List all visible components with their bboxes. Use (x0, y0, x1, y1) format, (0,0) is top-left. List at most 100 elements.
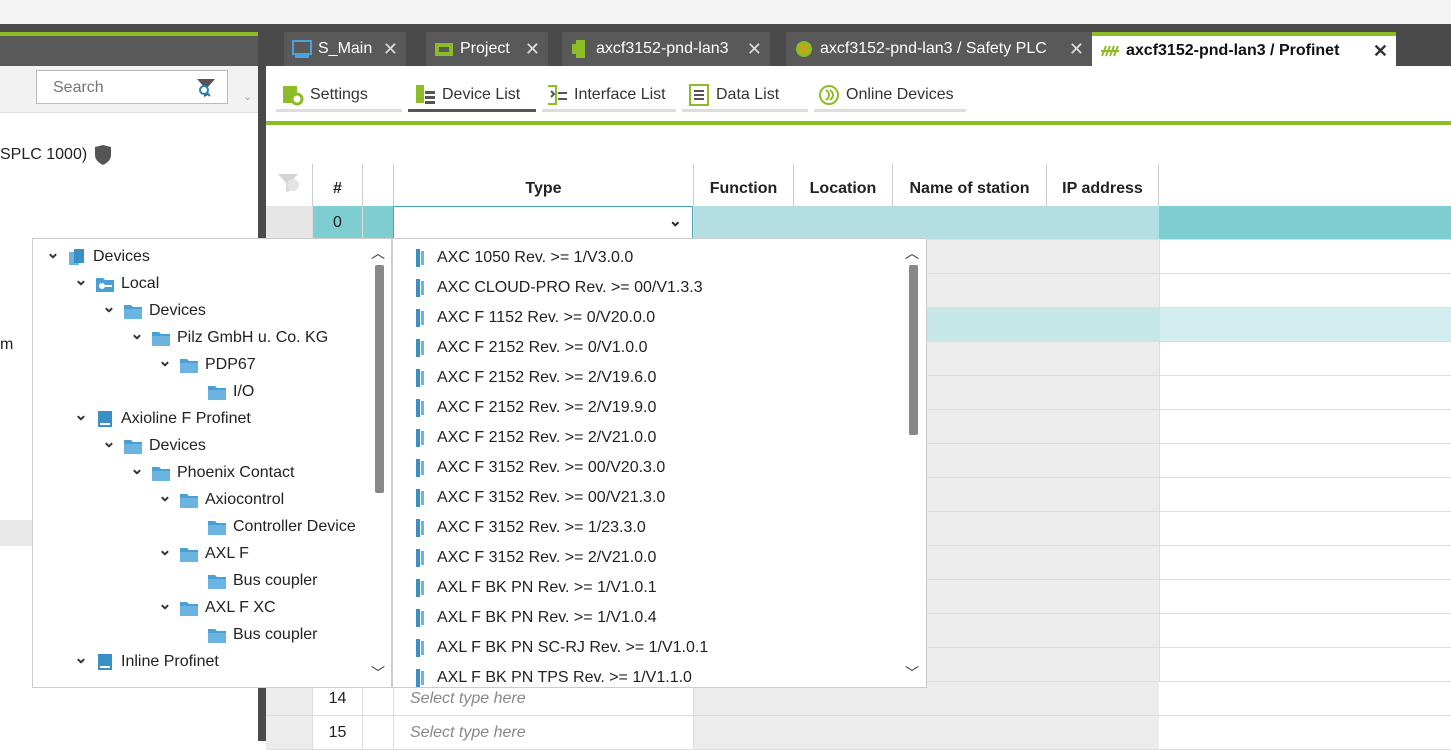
scroll-down-icon[interactable]: ﹀ (371, 663, 385, 683)
close-icon[interactable]: ✕ (1069, 39, 1084, 60)
tree-item[interactable]: I/O (185, 378, 254, 405)
table-row[interactable]: 15 Select type here (266, 716, 1451, 750)
folder-icon (180, 547, 198, 562)
tree-item[interactable]: ⌄ Axiocontrol (157, 486, 284, 513)
device-type-option[interactable]: AXC F 2152 Rev. >= 2/V21.0.0 (413, 423, 656, 453)
tree-item[interactable]: ⌄ Inline Profinet (73, 648, 219, 675)
tree-item[interactable]: Bus coupler (185, 621, 318, 648)
chevron-down-icon[interactable]: ⌄ (157, 486, 173, 506)
device-icon (416, 609, 424, 627)
tab-profinet[interactable]: axcf3152-pnd-lan3 / Profinet ✕ (1092, 32, 1396, 66)
device-type-option[interactable]: AXC F 3152 Rev. >= 1/23.3.0 (413, 513, 646, 543)
list-scrollbar[interactable] (909, 265, 918, 435)
search-box[interactable] (36, 70, 228, 104)
tree-scrollbar[interactable] (375, 265, 384, 493)
chevron-down-icon[interactable]: ⌄ (73, 270, 89, 290)
data-list-button[interactable]: Data List (682, 80, 808, 112)
tab-s-main[interactable]: S_Main ✕ (284, 32, 406, 66)
tree-item[interactable]: ⌄ Local (73, 270, 159, 297)
type-dropdown[interactable]: ⌄ (393, 206, 693, 239)
device-type-option[interactable]: AXL F BK PN TPS Rev. >= 1/V1.1.0 (413, 663, 692, 687)
chevron-down-icon[interactable]: ⌄ (129, 324, 145, 344)
online-devices-button[interactable]: Online Devices (814, 80, 966, 112)
folder-icon (124, 304, 142, 319)
left-tree-item[interactable]: SPLC 1000) (0, 144, 113, 166)
row-ip-cell (1159, 478, 1451, 511)
tree-item[interactable]: ⌄ Devices (101, 432, 206, 459)
tree-item[interactable]: ⌄ Devices (45, 243, 150, 270)
device-type-option[interactable]: AXC F 3152 Rev. >= 00/V21.3.0 (413, 483, 665, 513)
chevron-down-icon[interactable]: ⌄ (73, 405, 89, 425)
row-selector[interactable] (266, 206, 312, 239)
device-type-option[interactable]: AXC CLOUD-PRO Rev. >= 00/V1.3.3 (413, 273, 703, 303)
device-type-list[interactable]: AXC 1050 Rev. >= 1/V3.0.0 AXC CLOUD-PRO R… (392, 238, 927, 688)
device-type-option[interactable]: AXC F 2152 Rev. >= 0/V1.0.0 (413, 333, 648, 363)
chevron-down-icon[interactable]: ⌄ (101, 297, 117, 317)
interface-list-icon (548, 84, 567, 105)
row-selector[interactable] (266, 716, 312, 749)
device-type-option[interactable]: AXC 1050 Rev. >= 1/V3.0.0 (413, 243, 633, 273)
type-cell[interactable]: Select type here (393, 716, 693, 749)
column-header-name-of-station[interactable]: Name of station (892, 164, 1046, 206)
local-icon (96, 277, 114, 292)
close-icon[interactable]: ✕ (383, 39, 398, 60)
chevron-down-icon[interactable]: ⌄ (157, 351, 173, 371)
column-header-number[interactable]: # (312, 164, 362, 206)
column-header-function[interactable]: Function (693, 164, 793, 206)
device-type-option[interactable]: AXL F BK PN Rev. >= 1/V1.0.4 (413, 603, 657, 633)
filter-search-icon[interactable] (195, 77, 217, 99)
tree-item-label: Controller Device (233, 517, 356, 535)
chevron-down-icon[interactable]: ⌄ (243, 90, 252, 103)
scroll-up-icon[interactable]: ︿ (905, 243, 919, 263)
tree-item[interactable]: ⌄ Phoenix Contact (129, 459, 294, 486)
column-header-location[interactable]: Location (793, 164, 892, 206)
tree-item[interactable]: ⌄ AXL F (157, 540, 249, 567)
device-icon (416, 369, 424, 387)
scroll-down-icon[interactable]: ﹀ (905, 663, 919, 683)
column-header-ip-address[interactable]: IP address (1046, 164, 1159, 206)
filter-clear-icon[interactable] (276, 172, 302, 194)
row-ip-cell (1159, 648, 1451, 681)
chevron-down-icon[interactable]: ⌄ (73, 648, 89, 668)
chevron-down-icon[interactable]: ⌄ (157, 594, 173, 614)
column-header-blank[interactable] (362, 164, 393, 206)
device-type-option[interactable]: AXC F 2152 Rev. >= 2/V19.6.0 (413, 363, 656, 393)
tree-item[interactable]: ⌄ PDP67 (157, 351, 256, 378)
settings-label: Settings (310, 85, 368, 103)
device-type-option[interactable]: AXL F BK PN SC-RJ Rev. >= 1/V1.0.1 (413, 633, 708, 663)
left-tree-item-label: SPLC 1000) (0, 146, 88, 163)
tab-controller[interactable]: axcf3152-pnd-lan3 ✕ (562, 32, 770, 66)
tab-safety-plc[interactable]: axcf3152-pnd-lan3 / Safety PLC ✕ (786, 32, 1092, 66)
interface-list-button[interactable]: Interface List (542, 80, 676, 112)
tab-project[interactable]: Project ✕ (426, 32, 548, 66)
chevron-down-icon[interactable]: ⌄ (129, 459, 145, 479)
column-header-type[interactable]: Type (393, 164, 693, 206)
chevron-down-icon[interactable]: ⌄ (157, 540, 173, 560)
scroll-up-icon[interactable]: ︿ (371, 243, 385, 263)
close-icon[interactable]: ✕ (1373, 41, 1388, 62)
device-type-option[interactable]: AXC F 3152 Rev. >= 2/V21.0.0 (413, 543, 656, 573)
device-type-option[interactable]: AXL F BK PN Rev. >= 1/V1.0.1 (413, 573, 657, 603)
device-type-label: AXC F 3152 Rev. >= 00/V21.3.0 (437, 489, 666, 506)
close-icon[interactable]: ✕ (525, 39, 540, 60)
device-type-option[interactable]: AXC F 1152 Rev. >= 0/V20.0.0 (413, 303, 655, 333)
close-icon[interactable]: ✕ (747, 39, 762, 60)
device-type-option[interactable]: AXC F 2152 Rev. >= 2/V19.9.0 (413, 393, 656, 423)
device-type-option[interactable]: AXC F 3152 Rev. >= 00/V20.3.0 (413, 453, 665, 483)
table-row-selected[interactable]: 0 ⌄ (266, 206, 1451, 240)
tree-item[interactable]: ⌄ Devices (101, 297, 206, 324)
settings-button[interactable]: Settings (276, 80, 402, 112)
tree-item[interactable]: ⌄ Axioline F Profinet (73, 405, 251, 432)
tree-item-label: Pilz GmbH u. Co. KG (177, 328, 329, 346)
chevron-down-icon[interactable]: ⌄ (101, 432, 117, 452)
chevron-down-icon[interactable]: ⌄ (669, 211, 682, 231)
device-list-button[interactable]: Device List (408, 80, 536, 112)
tree-item[interactable]: ⌄ AXL F XC (157, 594, 276, 621)
tree-item[interactable]: ⌄ Pilz GmbH u. Co. KG (129, 324, 328, 351)
row-ip-cell (1159, 342, 1451, 375)
chevron-down-icon[interactable]: ⌄ (45, 243, 61, 263)
device-catalog-tree[interactable]: ⌄ Devices ⌄ Local ⌄ Devices ⌄ Pilz GmbH u. Co. … (32, 238, 392, 688)
tree-item[interactable]: Controller Device (185, 513, 356, 540)
search-input[interactable] (51, 78, 205, 98)
tree-item[interactable]: Bus coupler (185, 567, 318, 594)
